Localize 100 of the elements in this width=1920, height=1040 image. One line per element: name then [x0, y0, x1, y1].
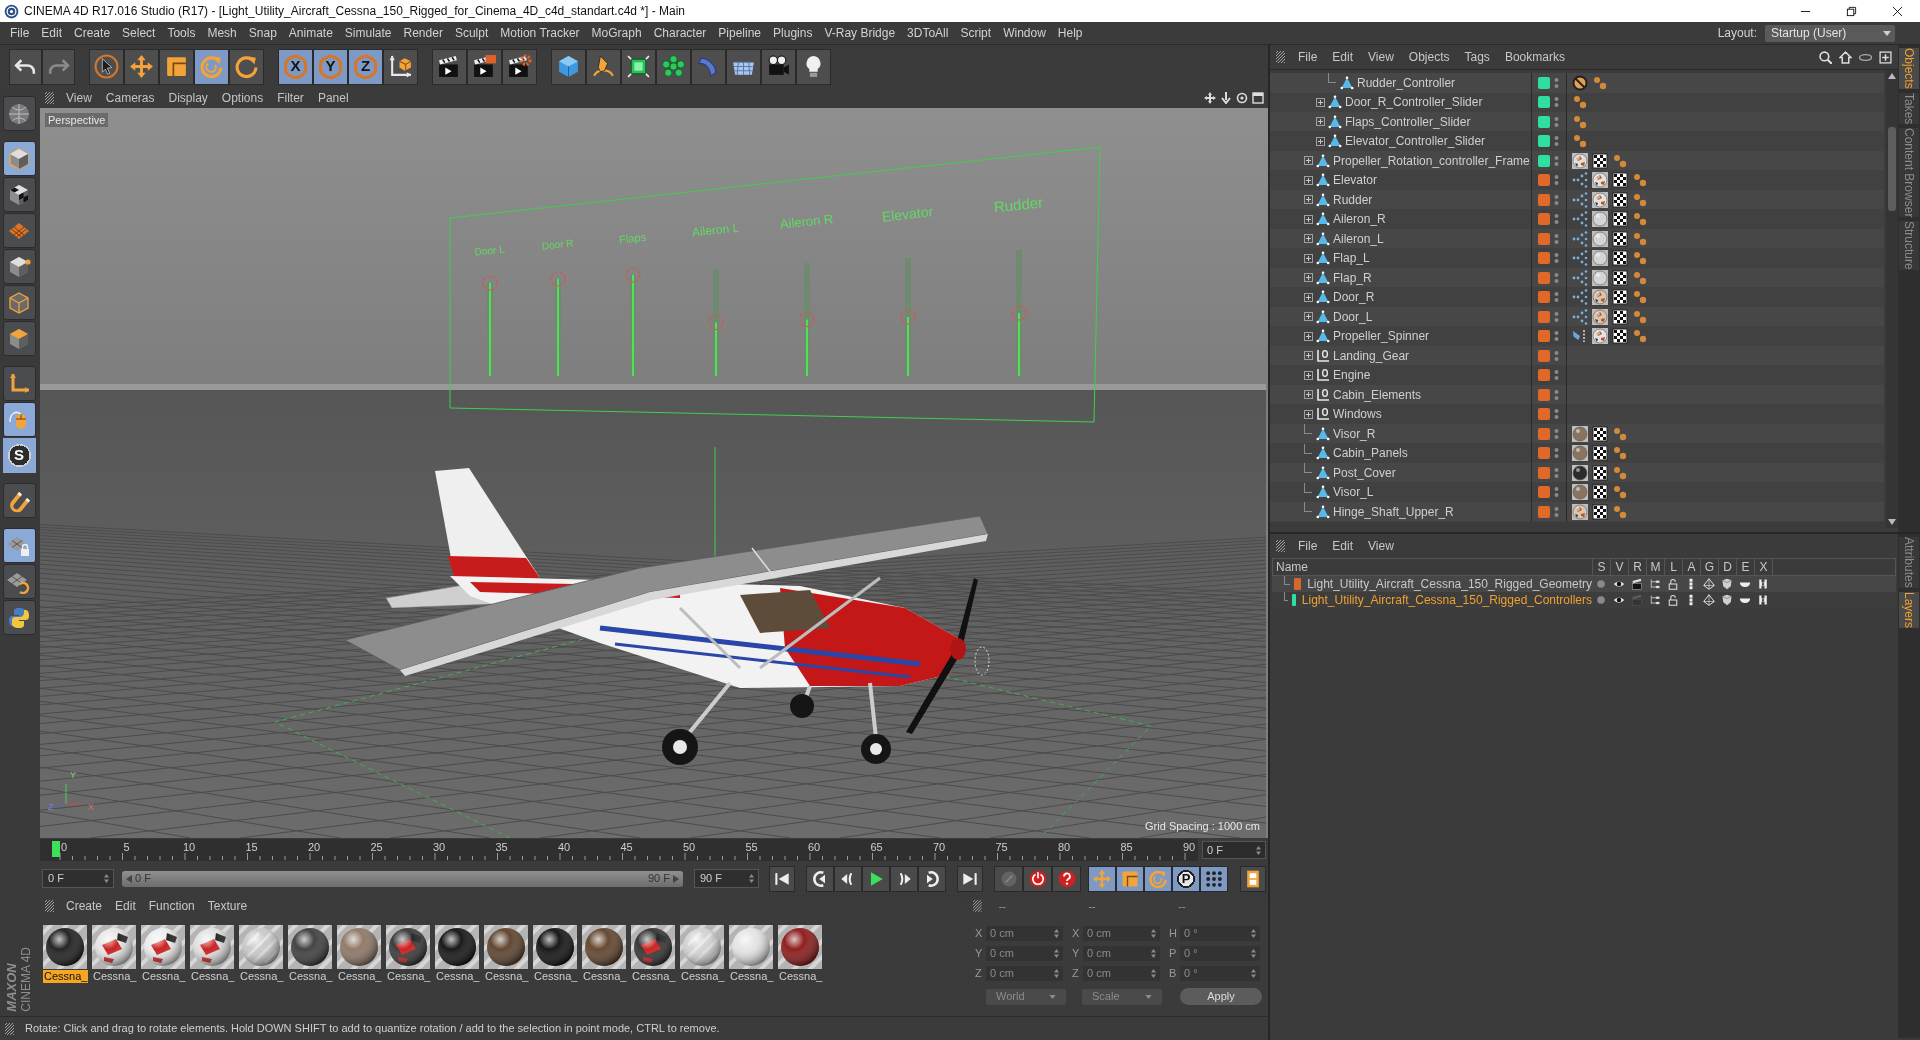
- size-field[interactable]: 0 cm: [1083, 965, 1160, 981]
- checker-icon[interactable]: [1612, 172, 1628, 189]
- dot-pair-icon[interactable]: [1632, 191, 1648, 208]
- color-tag-swatch[interactable]: [1538, 252, 1550, 265]
- spinner-arrows-icon[interactable]: [1150, 947, 1157, 959]
- side-tab[interactable]: Objects: [1899, 48, 1919, 89]
- material-name[interactable]: Cessna_: [435, 970, 481, 983]
- menu-item[interactable]: 3DToAll: [907, 24, 949, 42]
- color-tag-swatch[interactable]: [1538, 76, 1550, 89]
- model-mode-button[interactable]: [2, 141, 36, 176]
- padlock-icon[interactable]: [1667, 594, 1679, 606]
- dotted-chevron-icon[interactable]: [1572, 172, 1588, 189]
- viewport-menu-item[interactable]: Filter: [277, 89, 304, 107]
- material-preview[interactable]: [533, 925, 577, 969]
- hierarchy-icon[interactable]: [1649, 578, 1661, 590]
- object-name[interactable]: Visor_R: [1333, 424, 1376, 443]
- layer-color-swatch[interactable]: [1291, 594, 1296, 606]
- visibility-dots-icon[interactable]: [1554, 369, 1559, 382]
- checker-icon[interactable]: [1612, 250, 1628, 267]
- menu-item[interactable]: Pipeline: [718, 24, 762, 42]
- menu-item[interactable]: Mesh: [207, 24, 237, 42]
- cube-button[interactable]: [551, 48, 586, 85]
- color-tag-swatch[interactable]: [1538, 154, 1550, 167]
- slider-track[interactable]: [905, 258, 911, 376]
- slider-track[interactable]: [1016, 250, 1022, 376]
- key-points-button[interactable]: [1200, 865, 1228, 892]
- material-sphere-icon[interactable]: [1572, 425, 1588, 442]
- material-preview[interactable]: [288, 925, 332, 969]
- slider-handle[interactable]: [799, 311, 815, 328]
- color-tag-swatch[interactable]: [1538, 427, 1550, 440]
- color-tag-swatch[interactable]: [1538, 310, 1550, 323]
- propeller-controller-ring[interactable]: [974, 646, 990, 676]
- spinner-arrows-icon[interactable]: [1255, 844, 1262, 856]
- object-menu-item[interactable]: Bookmarks: [1504, 48, 1565, 66]
- visibility-dots-icon[interactable]: [1554, 193, 1559, 206]
- object-name[interactable]: Cabin_Panels: [1333, 444, 1408, 463]
- material-sphere-icon[interactable]: [1592, 289, 1608, 306]
- object-menu-item[interactable]: Tags: [1464, 48, 1490, 66]
- dotted-chevron-icon[interactable]: [1572, 211, 1588, 228]
- dot-pair-icon[interactable]: [1632, 230, 1648, 247]
- timeline-ruler[interactable]: 0 5 10 15 20 25 30 35 40 45 50 55 60 65 70 75 80 85 90: [40, 838, 1198, 862]
- position-field[interactable]: 0 cm: [986, 945, 1063, 961]
- range-left-arrow-icon[interactable]: [126, 874, 132, 883]
- material-sphere-icon[interactable]: [1592, 308, 1608, 325]
- dotted-chevron-icon[interactable]: [1572, 289, 1588, 306]
- color-tag-swatch[interactable]: [1538, 369, 1550, 382]
- checker-icon[interactable]: [1612, 328, 1628, 345]
- object-name[interactable]: Visor_L: [1333, 483, 1374, 502]
- color-tag-swatch[interactable]: [1538, 388, 1550, 401]
- object-name[interactable]: Cabin_Elements: [1333, 385, 1422, 404]
- checker-icon[interactable]: [1612, 308, 1628, 325]
- checker-icon[interactable]: [1592, 484, 1608, 501]
- snap-button[interactable]: [2, 483, 36, 518]
- size-field[interactable]: 0 cm: [1083, 925, 1160, 941]
- visibility-dots-icon[interactable]: [1554, 505, 1559, 518]
- render-settings-button[interactable]: [502, 48, 537, 85]
- expand-plus-icon[interactable]: [1304, 390, 1313, 400]
- material-preview[interactable]: [92, 925, 136, 969]
- expand-plus-icon[interactable]: [1316, 117, 1325, 127]
- menu-item[interactable]: Render: [403, 24, 443, 42]
- visibility-dots-icon[interactable]: [1554, 427, 1559, 440]
- visibility-dots-icon[interactable]: [1554, 310, 1559, 323]
- material-preview[interactable]: [778, 925, 822, 969]
- material-name[interactable]: Cessna_: [92, 970, 138, 983]
- dot-pair-icon[interactable]: [1572, 133, 1588, 150]
- pen-button[interactable]: [586, 48, 621, 85]
- spinner-arrows-icon[interactable]: [1150, 927, 1157, 939]
- menu-item[interactable]: Character: [653, 24, 707, 42]
- dot-pair-icon[interactable]: [1612, 484, 1628, 501]
- object-name[interactable]: Propeller_Spinner: [1333, 327, 1430, 346]
- side-tab[interactable]: Content Browser: [1899, 128, 1919, 218]
- dot-pair-icon[interactable]: [1612, 464, 1628, 481]
- object-name[interactable]: Aileron_L: [1333, 229, 1384, 248]
- object-name[interactable]: Flaps_Controller_Slider: [1345, 112, 1471, 131]
- visibility-dots-icon[interactable]: [1554, 96, 1559, 109]
- viewport-menu-item[interactable]: Options: [221, 89, 264, 107]
- object-name[interactable]: Door_L: [1333, 307, 1373, 326]
- down-arrow-icon[interactable]: [1220, 92, 1232, 104]
- undo-button[interactable]: [9, 48, 42, 85]
- menu-item[interactable]: Snap: [248, 24, 277, 42]
- autokey-button[interactable]: [1052, 865, 1081, 892]
- menu-item[interactable]: V-Ray Bridge: [824, 24, 896, 42]
- texture-mode-button[interactable]: [2, 177, 36, 212]
- rotate-tool-button[interactable]: [194, 48, 229, 85]
- eye-icon[interactable]: [1613, 578, 1625, 590]
- color-tag-swatch[interactable]: [1538, 115, 1550, 128]
- expand-plus-icon[interactable]: [1304, 175, 1313, 185]
- menu-item[interactable]: Create: [74, 24, 111, 42]
- key-position-button[interactable]: [1088, 865, 1116, 892]
- color-tag-swatch[interactable]: [1538, 193, 1550, 206]
- dot-pair-icon[interactable]: [1632, 289, 1648, 306]
- points-mode-button[interactable]: [2, 249, 36, 284]
- expand-plus-icon[interactable]: [1304, 273, 1313, 283]
- material-sphere-icon[interactable]: [1572, 152, 1588, 169]
- material-sphere-icon[interactable]: [1592, 269, 1608, 286]
- layer-menu-item[interactable]: View: [1368, 537, 1394, 555]
- material-name[interactable]: Cessna_: [386, 970, 432, 983]
- material-sphere-icon[interactable]: [1592, 230, 1608, 247]
- spinner-arrows-icon[interactable]: [748, 873, 755, 884]
- material-sphere-icon[interactable]: [1592, 328, 1608, 345]
